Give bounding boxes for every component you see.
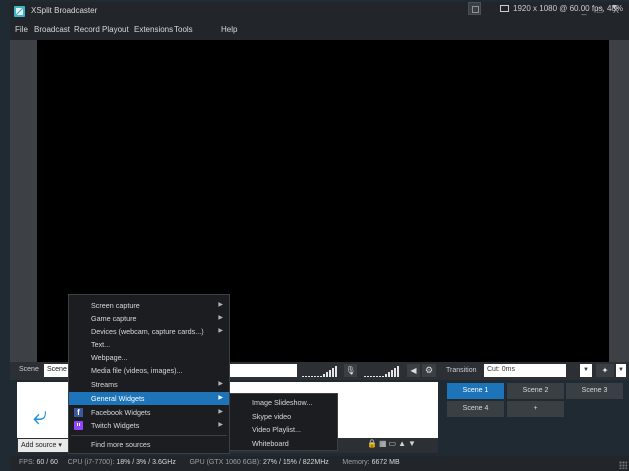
menu-item-label: General Widgets — [91, 394, 145, 403]
menu-item-screen-capture[interactable]: Screen capture ▶ — [69, 299, 229, 312]
menu-item-webpage[interactable]: Webpage... — [69, 351, 229, 364]
add-scene-button[interactable]: + — [507, 401, 564, 417]
scene-button[interactable]: Scene 3 — [566, 383, 623, 399]
menu-item-facebook-widgets[interactable]: f Facebook Widgets ▶ — [69, 406, 229, 419]
twitch-icon — [74, 421, 83, 430]
scene-button[interactable]: Scene 2 — [507, 383, 564, 399]
layout-icon[interactable]: ▭ — [389, 439, 399, 448]
window-title: XSplit Broadcaster — [31, 6, 98, 15]
menu-item-label: Webpage... — [91, 353, 128, 362]
menu-bar: File Broadcast Record Playout Extensions… — [10, 21, 629, 40]
menu-item-media-file[interactable]: Media file (videos, images)... — [69, 364, 229, 377]
resize-grip-icon[interactable] — [619, 461, 627, 469]
menu-item-label: Find more sources — [91, 440, 151, 449]
menu-help[interactable]: Help — [221, 25, 237, 34]
menu-item-label: Game capture — [91, 314, 137, 323]
fps-value: 60 / 60 — [36, 459, 58, 466]
submenu-item-image-slideshow[interactable]: Image Slideshow... — [230, 396, 337, 409]
menu-item-label: Screen capture — [91, 301, 140, 310]
menu-item-find-more-sources[interactable]: Find more sources — [69, 438, 229, 451]
transition-select[interactable]: Cut: 0ms — [484, 364, 566, 377]
menu-item-label: Devices (webcam, capture cards...) — [91, 327, 204, 336]
scene-button[interactable]: Scene 1 — [447, 383, 504, 399]
move-up-icon[interactable]: ▲ — [398, 439, 408, 448]
menu-item-devices[interactable]: Devices (webcam, capture cards...) ▶ — [69, 325, 229, 338]
monitor-icon — [500, 5, 509, 12]
menu-item-label: Facebook Widgets — [91, 408, 151, 417]
chevron-right-icon: ▶ — [218, 409, 223, 415]
general-widgets-submenu: Image Slideshow... Skype video Video Pla… — [229, 393, 338, 451]
gpu-value: 27% / 15% / 822MHz — [263, 459, 329, 466]
memory-label: Memory: — [342, 459, 370, 466]
menu-broadcast[interactable]: Broadcast — [34, 25, 70, 34]
menu-item-label: Media file (videos, images)... — [91, 366, 183, 375]
menu-record[interactable]: Record — [74, 25, 100, 34]
gpu-label: GPU (GTX 1060 6GB): — [189, 459, 262, 466]
resolution-selector[interactable]: 1920 x 1080 @ 60.00 fps, 48% — [513, 4, 623, 13]
xsplit-logo-icon — [14, 6, 25, 17]
chevron-right-icon: ▶ — [218, 328, 223, 334]
projector-icon[interactable] — [468, 2, 481, 15]
menu-item-text[interactable]: Text... — [69, 338, 229, 351]
scene-label: Scene — [19, 366, 39, 373]
move-down-icon[interactable]: ▼ — [408, 439, 418, 448]
add-transition-icon[interactable]: ✦ — [596, 364, 614, 377]
lock-icon[interactable]: 🔒 — [367, 439, 379, 448]
menu-item-twitch-widgets[interactable]: Twitch Widgets ▶ — [69, 419, 229, 432]
menu-item-general-widgets[interactable]: General Widgets ▶ — [69, 392, 229, 405]
menu-item-streams[interactable]: Streams ▶ — [69, 378, 229, 391]
menu-playout[interactable]: Playout — [102, 25, 129, 34]
status-text: FPS: 60 / 60 CPU (i7-7700): 18% / 3% / 3… — [19, 459, 400, 466]
submenu-item-whiteboard[interactable]: Whiteboard — [230, 437, 337, 450]
chevron-right-icon: ▶ — [218, 381, 223, 387]
chevron-right-icon: ▶ — [218, 422, 223, 428]
fps-label: FPS: — [19, 459, 35, 466]
cpu-label: CPU (i7-7700): — [67, 459, 115, 466]
chevron-down-icon[interactable]: ▼ — [616, 364, 626, 377]
curved-arrow-icon: ⤶ — [33, 400, 48, 430]
submenu-item-video-playlist[interactable]: Video Playlist... — [230, 423, 337, 436]
submenu-item-skype-video[interactable]: Skype video — [230, 410, 337, 423]
facebook-icon: f — [74, 408, 83, 417]
memory-value: 6672 MB — [371, 459, 400, 466]
source-tools: 🔒▦▭▲▼ — [367, 439, 418, 448]
add-source-menu: Screen capture ▶ Game capture ▶ Devices (w… — [68, 294, 230, 454]
menu-file[interactable]: File — [15, 25, 28, 34]
mic-level-meter — [302, 365, 337, 377]
chevron-down-icon[interactable]: ▼ — [580, 364, 592, 377]
menu-item-label: Text... — [91, 340, 111, 349]
menu-item-game-capture[interactable]: Game capture ▶ — [69, 312, 229, 325]
scene-button[interactable]: Scene 4 — [447, 401, 504, 417]
grid-icon[interactable]: ▦ — [379, 439, 389, 448]
scene-name-input-extension[interactable] — [229, 364, 297, 377]
menu-item-label: Streams — [91, 380, 118, 389]
speaker-icon[interactable]: ◀ — [407, 364, 420, 377]
menu-extensions[interactable]: Extensions — [134, 25, 173, 34]
menu-item-label: Twitch Widgets — [91, 421, 140, 430]
chevron-right-icon: ▶ — [218, 395, 223, 401]
microphone-icon[interactable]: 🎙 — [344, 364, 357, 377]
add-source-button[interactable]: Add source ▾ — [18, 439, 68, 452]
menu-divider — [71, 435, 227, 436]
chevron-down-icon[interactable]: ▼ — [611, 4, 618, 11]
menu-tools[interactable]: Tools — [174, 25, 193, 34]
chevron-right-icon: ▶ — [218, 302, 223, 308]
transition-label: Transition — [446, 367, 477, 374]
cpu-value: 18% / 3% / 3.6GHz — [116, 459, 176, 466]
gear-icon[interactable]: ⚙ — [422, 364, 436, 377]
chevron-right-icon: ▶ — [218, 315, 223, 321]
speaker-level-meter — [364, 365, 399, 377]
